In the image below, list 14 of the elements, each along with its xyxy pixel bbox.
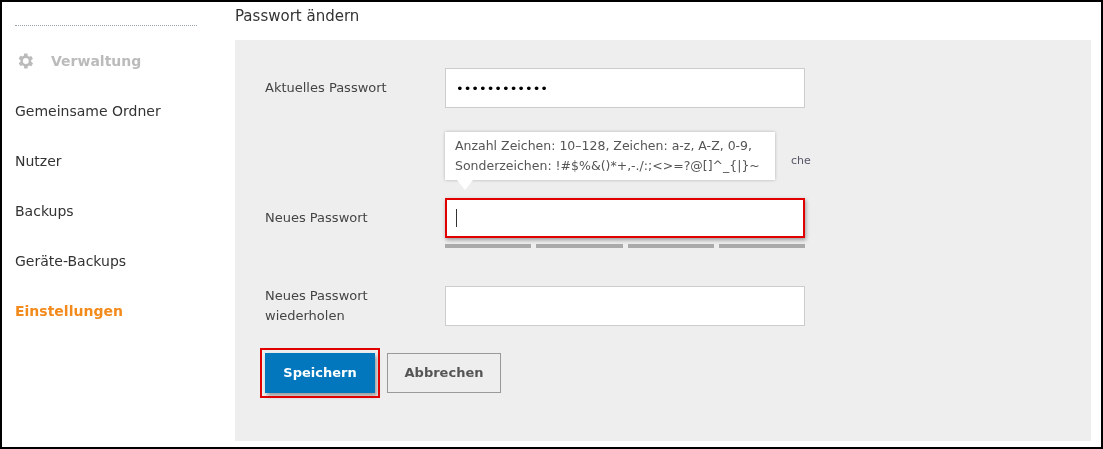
sidebar-item[interactable]: Geräte-Backups (15, 236, 127, 286)
sidebar-item[interactable]: Gemeinsame Ordner (15, 86, 161, 136)
field-label: Aktuelles Passwort (265, 79, 388, 97)
section-header: Verwaltung (51, 51, 142, 71)
sidebar-item[interactable]: Backups (15, 186, 74, 236)
hint-text: che (791, 153, 811, 169)
tooltip: Anzahl Zeichen: 10–128, Zeichen: a-z, A-Z, 0-9, Sonderzeichen: !#$%&()*+,-./:;<>=?@[]^_{|}~ (445, 132, 775, 180)
cancel-button[interactable]: Abbrechen (387, 353, 501, 393)
field-label: Neues Passwort (265, 209, 369, 227)
password-field[interactable] (445, 198, 805, 238)
password-field[interactable]: •••••••••••• (445, 68, 805, 108)
sidebar-item[interactable]: Nutzer (15, 136, 62, 186)
field-label: Neues Passwort wiederholen (265, 287, 369, 325)
page-title: Passwort ändern (235, 6, 361, 27)
